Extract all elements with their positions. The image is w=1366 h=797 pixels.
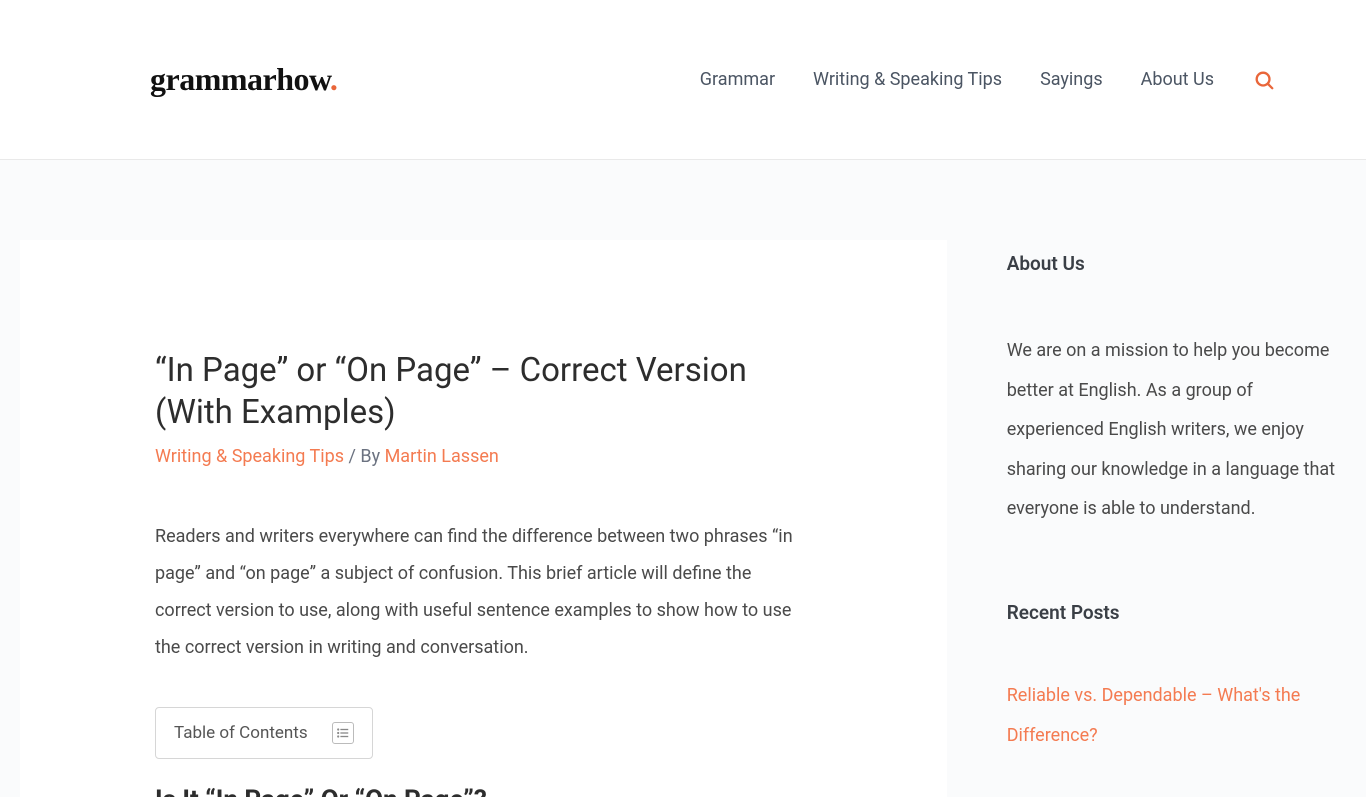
primary-nav: Grammar Writing & Speaking Tips Sayings … (700, 68, 1276, 92)
article-meta: Writing & Speaking Tips / By Martin Lass… (155, 446, 812, 467)
toc-label: Table of Contents (174, 723, 308, 743)
logo-text: grammarhow (150, 61, 330, 97)
article-author-link[interactable]: Martin Lassen (385, 446, 499, 467)
table-of-contents: Table of Contents (155, 707, 373, 759)
nav-item-sayings[interactable]: Sayings (1040, 69, 1103, 90)
article-intro: Readers and writers everywhere can find … (155, 519, 812, 667)
sidebar: About Us We are on a mission to help you… (1007, 240, 1346, 797)
article-category-link[interactable]: Writing & Speaking Tips (155, 446, 344, 467)
article-main: “In Page” or “On Page” – Correct Version… (20, 240, 947, 797)
article-title: “In Page” or “On Page” – Correct Version… (155, 350, 812, 434)
logo-dot: . (330, 61, 338, 97)
nav-item-about[interactable]: About Us (1141, 69, 1214, 90)
recent-post-link[interactable]: Reliable vs. Dependable – What's the Dif… (1007, 676, 1346, 755)
nav-item-writing-speaking[interactable]: Writing & Speaking Tips (813, 69, 1002, 90)
search-icon[interactable] (1252, 68, 1276, 92)
toc-toggle-button[interactable] (332, 722, 354, 744)
sidebar-about-text: We are on a mission to help you become b… (1007, 331, 1346, 529)
site-logo[interactable]: grammarhow. (150, 61, 337, 98)
site-header: grammarhow. Grammar Writing & Speaking T… (0, 0, 1366, 160)
byline-separator: / By (344, 446, 385, 467)
nav-item-grammar[interactable]: Grammar (700, 69, 775, 90)
article-next-heading: Is It “In Page” Or “On Page”? (155, 785, 812, 797)
page-body: “In Page” or “On Page” – Correct Version… (0, 160, 1366, 797)
sidebar-recent-heading: Recent Posts (1007, 601, 1346, 624)
sidebar-about-heading: About Us (1007, 252, 1346, 275)
